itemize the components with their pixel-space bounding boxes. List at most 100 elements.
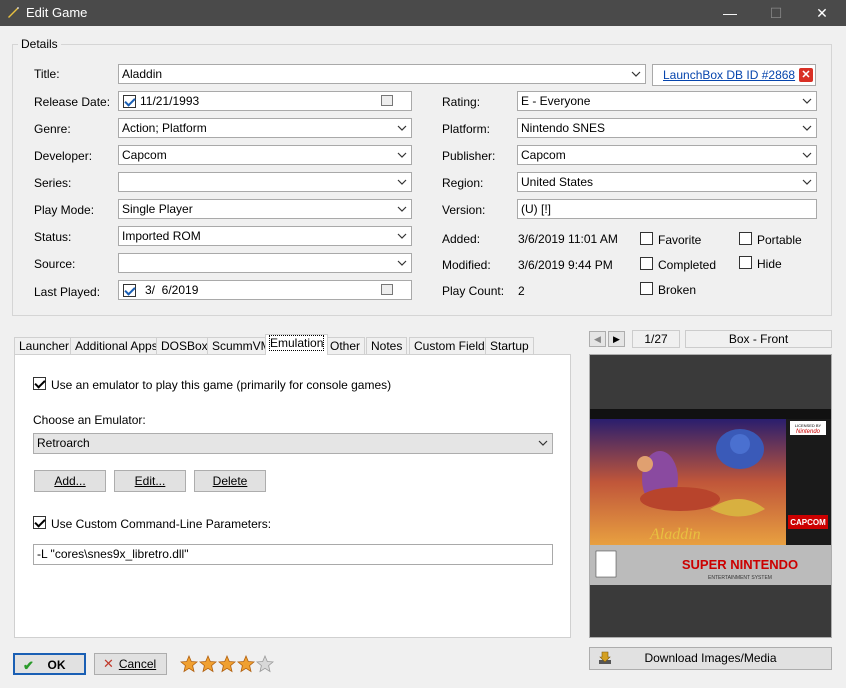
- region-value: United States: [521, 175, 594, 189]
- region-combo[interactable]: United States: [517, 172, 817, 192]
- publisher-value: Capcom: [521, 148, 566, 162]
- rating-combo[interactable]: E - Everyone: [517, 91, 817, 111]
- details-legend: Details: [18, 37, 61, 51]
- image-type[interactable]: Box - Front: [685, 330, 832, 348]
- developer-combo[interactable]: Capcom: [118, 145, 412, 165]
- use-emulator-checkbox[interactable]: [33, 377, 46, 390]
- completed-checkbox[interactable]: [640, 257, 653, 270]
- release-date-checkbox[interactable]: [123, 95, 136, 108]
- calendar-icon[interactable]: [381, 284, 393, 295]
- status-value: Imported ROM: [122, 229, 201, 243]
- minimize-button[interactable]: —: [707, 0, 753, 26]
- play-mode-value: Single Player: [122, 202, 193, 216]
- series-label: Series:: [34, 176, 72, 190]
- add-emulator-button[interactable]: Add...: [34, 470, 106, 492]
- delete-emulator-button[interactable]: Delete: [194, 470, 266, 492]
- maximize-button[interactable]: ☐: [753, 0, 799, 26]
- close-button[interactable]: ✕: [799, 0, 845, 26]
- status-combo[interactable]: Imported ROM: [118, 226, 412, 246]
- chevron-down-icon: [631, 69, 641, 79]
- download-images-label: Download Images/Media: [644, 651, 777, 665]
- emulator-combo[interactable]: Retroarch: [33, 433, 553, 454]
- favorite-checkbox[interactable]: [640, 232, 653, 245]
- chevron-down-icon: [397, 231, 407, 241]
- title-label: Title:: [34, 67, 60, 81]
- star-rating[interactable]: [179, 654, 275, 676]
- ok-button[interactable]: ✔ OK: [13, 653, 86, 675]
- tab-additional-apps[interactable]: Additional Apps: [70, 337, 163, 355]
- release-date-picker[interactable]: 11/21/1993: [118, 91, 412, 111]
- star-filled-icon[interactable]: [236, 654, 256, 673]
- calendar-icon[interactable]: [381, 95, 393, 106]
- star-empty-icon[interactable]: [255, 654, 275, 673]
- tab-notes[interactable]: Notes: [366, 337, 408, 355]
- last-played-checkbox[interactable]: [123, 284, 136, 297]
- tab-startup[interactable]: Startup: [485, 337, 534, 355]
- use-custom-params-label: Use Custom Command-Line Parameters:: [51, 517, 272, 531]
- favorite-label: Favorite: [658, 233, 702, 247]
- image-counter: 1/27: [632, 330, 680, 348]
- version-input[interactable]: (U) [!]: [517, 199, 817, 219]
- command-line-params-input[interactable]: -L "cores\snes9x_libretro.dll": [33, 544, 553, 565]
- chevron-down-icon: [802, 96, 812, 106]
- developer-value: Capcom: [122, 148, 167, 162]
- play-mode-combo[interactable]: Single Player: [118, 199, 412, 219]
- tab-custom-fields[interactable]: Custom Fields: [409, 337, 496, 355]
- use-emulator-label: Use an emulator to play this game (prima…: [51, 378, 392, 392]
- star-filled-icon[interactable]: [179, 654, 199, 673]
- checkmark-icon: ✔: [23, 658, 34, 673]
- download-images-button[interactable]: Download Images/Media: [589, 647, 832, 670]
- hide-label: Hide: [757, 257, 782, 271]
- tab-dosbox[interactable]: DOSBox: [156, 337, 213, 355]
- cancel-button[interactable]: ✕ Cancel: [94, 653, 167, 675]
- source-combo[interactable]: [118, 253, 412, 273]
- command-line-params-value: -L "cores\snes9x_libretro.dll": [37, 547, 189, 561]
- added-label: Added:: [442, 232, 481, 246]
- platform-combo[interactable]: Nintendo SNES: [517, 118, 817, 138]
- platform-value: Nintendo SNES: [521, 121, 606, 135]
- title-bar[interactable]: Edit Game — ☐ ✕: [0, 0, 846, 26]
- chevron-down-icon: [397, 123, 407, 133]
- developer-label: Developer:: [34, 149, 93, 163]
- last-played-label: Last Played:: [34, 285, 101, 299]
- publisher-label: Publisher:: [442, 149, 496, 163]
- remove-db-link-icon[interactable]: ✕: [799, 68, 813, 82]
- choose-emulator-label: Choose an Emulator:: [33, 413, 146, 427]
- tab-emulation[interactable]: Emulation: [265, 334, 329, 355]
- boxart-nintendo-text: Nintendo: [796, 429, 821, 435]
- region-label: Region:: [442, 176, 484, 190]
- tab-other[interactable]: Other: [325, 337, 366, 355]
- broken-label: Broken: [658, 283, 697, 297]
- rating-label: Rating:: [442, 95, 481, 109]
- chevron-down-icon: [802, 123, 812, 133]
- star-filled-icon[interactable]: [217, 654, 237, 673]
- tab-launcher[interactable]: Launcher: [14, 337, 75, 355]
- edit-emulator-button[interactable]: Edit...: [114, 470, 186, 492]
- box-art-viewer[interactable]: LICENSED BY Nintendo CAPCOM Aladdin SUPE…: [589, 354, 832, 638]
- genre-value: Action; Platform: [122, 121, 207, 135]
- chevron-down-icon: [397, 150, 407, 160]
- launchbox-db-link[interactable]: LaunchBox DB ID #2868: [663, 68, 795, 82]
- publisher-combo[interactable]: Capcom: [517, 145, 817, 165]
- cancel-label: Cancel: [118, 657, 157, 671]
- last-played-picker[interactable]: 3/ 6/2019: [118, 280, 412, 300]
- source-label: Source:: [34, 257, 76, 271]
- use-custom-params-checkbox[interactable]: [33, 516, 46, 529]
- previous-image-button[interactable]: ◀: [589, 331, 606, 347]
- hide-checkbox[interactable]: [739, 256, 752, 269]
- genre-combo[interactable]: Action; Platform: [118, 118, 412, 138]
- box-art-image: LICENSED BY Nintendo CAPCOM Aladdin SUPE…: [590, 409, 831, 585]
- portable-checkbox[interactable]: [739, 232, 752, 245]
- next-image-button[interactable]: ▶: [608, 331, 625, 347]
- release-date-label: Release Date:: [34, 95, 111, 109]
- boxart-licensed-text: LICENSED BY: [795, 423, 822, 428]
- series-combo[interactable]: [118, 172, 412, 192]
- boxart-title-text: Aladdin: [649, 526, 701, 543]
- broken-checkbox[interactable]: [640, 282, 653, 295]
- star-filled-icon[interactable]: [198, 654, 218, 673]
- boxart-brand-text: SUPER NINTENDO: [682, 557, 798, 572]
- play-mode-label: Play Mode:: [34, 203, 95, 217]
- title-combo[interactable]: Aladdin: [118, 64, 646, 84]
- chevron-down-icon: [397, 177, 407, 187]
- release-date-value: 11/21/1993: [140, 94, 200, 108]
